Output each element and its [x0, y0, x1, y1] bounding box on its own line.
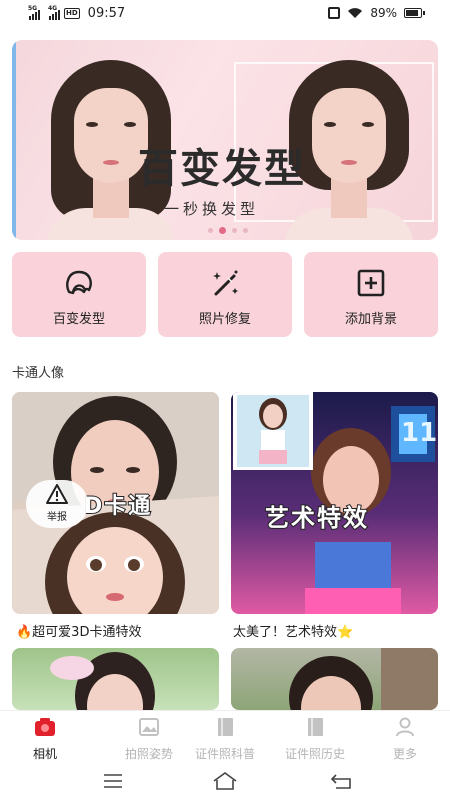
vibrate-icon — [328, 7, 341, 19]
banner-dot[interactable] — [232, 228, 237, 233]
menu-icon[interactable] — [98, 770, 128, 792]
banner-dot[interactable] — [243, 228, 248, 233]
tab-label: 证件照历史 — [284, 747, 345, 761]
tab-id-photo-guide[interactable]: 证件照科普 — [180, 717, 270, 762]
history-book-icon — [308, 718, 323, 736]
add-square-icon — [357, 269, 385, 297]
tab-label: 更多 — [392, 747, 417, 761]
portrait-card-image — [289, 648, 438, 710]
image-icon — [139, 718, 159, 736]
neon-sign-text: 11 — [401, 418, 438, 448]
banner-subtitle: 一秒换发型 — [164, 200, 260, 218]
section-title: 卡通人像 — [12, 366, 65, 381]
art-effect-card[interactable]: 11 艺术特效 — [231, 392, 438, 614]
add-background-button-label: 添加背景 — [344, 312, 397, 327]
add-background-button[interactable]: 添加背景 — [304, 252, 438, 337]
cartoon-3d-caption[interactable]: 🔥超可爱3D卡通特效 — [16, 621, 141, 640]
report-button[interactable]: 举报 — [26, 480, 88, 528]
hairstyle-icon — [66, 270, 92, 295]
bottom-tab-bar: 相机 拍照姿势 证件照科普 证件照历史 更多 — [0, 710, 450, 764]
banner-dot-active[interactable] — [219, 227, 226, 234]
tab-label: 相机 — [32, 747, 57, 761]
signal-icon-sim2: 4G — [48, 4, 60, 20]
portrait-card-image — [50, 652, 155, 710]
art-effect-overlay-text: 艺术特效 — [264, 503, 369, 533]
warning-icon — [46, 484, 68, 504]
photo-repair-button-label: 照片修复 — [198, 312, 251, 327]
tab-camera[interactable]: 相机 — [0, 717, 90, 762]
portrait-card[interactable] — [231, 648, 438, 710]
portrait-card[interactable] — [12, 648, 219, 710]
report-label: 举报 — [47, 512, 67, 523]
camera-icon — [35, 718, 55, 736]
banner-dot[interactable] — [208, 228, 213, 233]
photo-repair-button[interactable]: 照片修复 — [158, 252, 292, 337]
signal-icon-sim1: 5G — [28, 4, 40, 20]
cartoon-3d-overlay-text: D卡通 — [83, 493, 153, 520]
wifi-icon — [348, 8, 363, 18]
tab-more[interactable]: 更多 — [360, 717, 450, 762]
banner-pagination — [208, 227, 248, 234]
system-nav-bar — [0, 764, 450, 800]
banner-title: 百变发型 — [138, 145, 306, 192]
sim2-label: 4G — [48, 4, 58, 12]
sim1-label: 5G — [28, 4, 38, 12]
tab-label: 证件照科普 — [194, 747, 255, 761]
battery-percent: 89% — [370, 6, 397, 20]
home-icon[interactable] — [210, 770, 240, 792]
hairstyle-banner[interactable]: 百变发型 一秒换发型 — [12, 40, 438, 240]
battery-icon — [404, 8, 425, 18]
person-icon — [396, 717, 414, 737]
hd-badge: HD — [64, 8, 80, 19]
book-icon — [218, 718, 233, 736]
hairstyle-button-label: 百变发型 — [52, 312, 105, 327]
tab-id-photo-history[interactable]: 证件照历史 — [270, 717, 360, 762]
status-right: 89% — [328, 6, 425, 20]
hairstyle-button[interactable]: 百变发型 — [12, 252, 146, 337]
status-left: 5G 4G HD 09:57 — [28, 4, 126, 22]
banner-accent-bar — [12, 40, 16, 240]
magic-wand-icon — [213, 270, 238, 296]
back-icon[interactable] — [328, 770, 358, 792]
status-time: 09:57 — [87, 6, 126, 21]
status-bar: 5G 4G HD 09:57 89% — [0, 0, 450, 30]
art-effect-caption[interactable]: 太美了！艺术特效⭐ — [233, 621, 353, 640]
